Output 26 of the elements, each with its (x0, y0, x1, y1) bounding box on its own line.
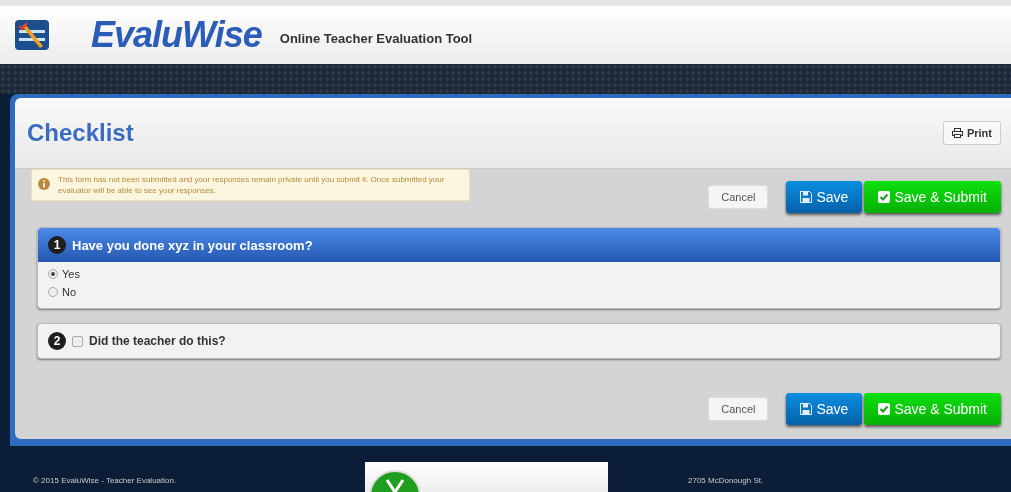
info-icon (38, 178, 50, 190)
checkbox-icon (878, 403, 891, 415)
copyright-text: © 2015 EvaluWise - Teacher Evaluation. (33, 476, 177, 485)
tagline: Online Teacher Evaluation Tool (279, 30, 473, 46)
notice-text: This form has not been submitted and your responses remain private until you submit it. Once submitted your evaluator will be able to see your responses. (58, 174, 446, 196)
printer-icon (951, 128, 963, 138)
print-button[interactable]: Print (942, 121, 1001, 145)
radio-button[interactable] (48, 287, 58, 297)
question-text: Did the teacher do this? (89, 334, 226, 348)
brand-logo: EvaluWise (91, 14, 262, 56)
question-text: Have you done xyz in your classroom? (72, 237, 313, 253)
save-button[interactable]: Save (786, 393, 863, 425)
pencil-checklist-icon (15, 20, 49, 50)
address-text: 2705 McDonough St. (688, 476, 764, 485)
question-number: 2 (48, 332, 66, 350)
page-title: Checklist (27, 119, 134, 147)
option-label: No (62, 286, 77, 298)
cancel-button[interactable]: Cancel (708, 185, 769, 209)
check-logo-icon (369, 470, 421, 492)
cancel-button[interactable]: Cancel (708, 397, 769, 421)
option-label: Yes (62, 268, 80, 280)
radio-button[interactable] (48, 269, 58, 279)
question-checkbox[interactable] (72, 335, 83, 347)
question-number: 1 (48, 236, 66, 254)
checkbox-icon (878, 191, 891, 203)
save-button[interactable]: Save (786, 181, 863, 213)
